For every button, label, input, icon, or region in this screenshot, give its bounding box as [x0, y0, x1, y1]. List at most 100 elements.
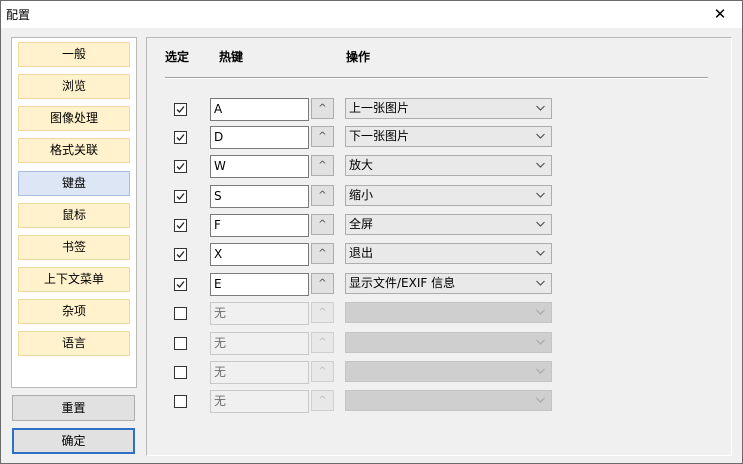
action-select[interactable]: 放大	[345, 155, 552, 176]
action-select-value: 退出	[349, 246, 374, 260]
close-icon[interactable]: ✕	[698, 1, 742, 28]
hotkey-field[interactable]: 无	[210, 302, 309, 325]
chevron-up-icon[interactable]: ^	[311, 332, 334, 353]
ok-button[interactable]: 确定	[12, 428, 135, 454]
chevron-up-icon[interactable]: ^	[311, 155, 334, 176]
select-checkbox[interactable]	[174, 103, 187, 116]
hotkey-row: E ^ 显示文件/EXIF 信息	[147, 273, 731, 297]
check-icon	[176, 193, 185, 200]
hotkey-row: X ^ 退出	[147, 243, 731, 267]
hotkey-row: 无 ^	[147, 390, 731, 414]
action-select[interactable]: 上一张图片	[345, 98, 552, 119]
chevron-up-icon[interactable]: ^	[311, 361, 334, 382]
sidebar-item-context-menu[interactable]: 上下文菜单	[18, 267, 130, 292]
chevron-up-icon[interactable]: ^	[311, 98, 334, 119]
chevron-up-icon[interactable]: ^	[311, 214, 334, 235]
chevron-up-icon[interactable]: ^	[311, 243, 334, 264]
chevron-down-icon	[536, 192, 545, 198]
check-icon	[176, 134, 185, 141]
sidebar-item-mouse[interactable]: 鼠标	[18, 203, 130, 228]
hotkey-field[interactable]: F	[210, 214, 309, 237]
select-checkbox[interactable]	[174, 131, 187, 144]
sidebar-item-formats[interactable]: 格式关联	[18, 138, 130, 163]
action-select[interactable]: 显示文件/EXIF 信息	[345, 273, 552, 294]
chevron-down-icon	[536, 280, 545, 286]
hotkey-field[interactable]: D	[210, 126, 309, 149]
action-select[interactable]: 缩小	[345, 185, 552, 206]
chevron-up-icon[interactable]: ^	[311, 302, 334, 323]
sidebar-item-image[interactable]: 图像处理	[18, 106, 130, 131]
check-icon	[176, 251, 185, 258]
keyboard-settings-panel: 选定 热键 操作 A ^ 上一张图片 D ^ 下一张图片 W ^ 放大 S ^ 缩小 F ^ 全屏 X ^ 退出 E…	[146, 37, 732, 456]
hotkey-field[interactable]: 无	[210, 332, 309, 355]
header-select: 选定	[165, 50, 190, 64]
hotkey-row: F ^ 全屏	[147, 214, 731, 238]
header-hotkey: 热键	[219, 50, 244, 64]
chevron-down-icon	[536, 221, 545, 227]
chevron-up-icon[interactable]: ^	[311, 185, 334, 206]
hotkey-field[interactable]: E	[210, 273, 309, 296]
action-select-value: 上一张图片	[349, 101, 410, 115]
select-checkbox[interactable]	[174, 366, 187, 379]
select-checkbox[interactable]	[174, 219, 187, 232]
sidebar-item-language[interactable]: 语言	[18, 331, 130, 356]
hotkey-field[interactable]: W	[210, 155, 309, 178]
hotkey-row: A ^ 上一张图片	[147, 98, 731, 122]
config-window: 配置 ✕ 一般 浏览 图像处理 格式关联 键盘 鼠标 书签 上下文菜单 杂项 语…	[0, 0, 743, 464]
check-icon	[176, 222, 185, 229]
select-checkbox[interactable]	[174, 337, 187, 350]
chevron-up-icon[interactable]: ^	[311, 390, 334, 411]
action-select[interactable]: 全屏	[345, 214, 552, 235]
header-divider	[165, 77, 708, 79]
select-checkbox[interactable]	[174, 248, 187, 261]
hotkey-row: S ^ 缩小	[147, 185, 731, 209]
chevron-down-icon	[536, 133, 545, 139]
check-icon	[176, 281, 185, 288]
title-bar: 配置 ✕	[1, 1, 742, 28]
hotkey-row: D ^ 下一张图片	[147, 126, 731, 150]
sidebar-item-browse[interactable]: 浏览	[18, 74, 130, 99]
action-select-value: 放大	[349, 158, 374, 172]
action-select[interactable]: 下一张图片	[345, 126, 552, 147]
chevron-down-icon	[536, 397, 545, 403]
hotkey-field[interactable]: A	[210, 98, 309, 121]
sidebar-item-bookmarks[interactable]: 书签	[18, 235, 130, 260]
action-select-value: 缩小	[349, 188, 374, 202]
action-select[interactable]	[345, 332, 552, 353]
chevron-down-icon	[536, 250, 545, 256]
chevron-down-icon	[536, 105, 545, 111]
hotkey-field[interactable]: 无	[210, 390, 309, 413]
check-icon	[176, 106, 185, 113]
hotkey-field[interactable]: X	[210, 243, 309, 266]
action-select[interactable]: 退出	[345, 243, 552, 264]
select-checkbox[interactable]	[174, 395, 187, 408]
category-list: 一般 浏览 图像处理 格式关联 键盘 鼠标 书签 上下文菜单 杂项 语言	[11, 37, 137, 388]
action-select-value: 下一张图片	[349, 129, 410, 143]
select-checkbox[interactable]	[174, 190, 187, 203]
select-checkbox[interactable]	[174, 278, 187, 291]
chevron-up-icon[interactable]: ^	[311, 273, 334, 294]
hotkey-row: W ^ 放大	[147, 155, 731, 179]
action-select[interactable]	[345, 361, 552, 382]
reset-button[interactable]: 重置	[12, 395, 135, 421]
hotkey-field[interactable]: 无	[210, 361, 309, 384]
chevron-down-icon	[536, 368, 545, 374]
select-checkbox[interactable]	[174, 160, 187, 173]
action-select-value: 显示文件/EXIF 信息	[349, 276, 456, 290]
chevron-down-icon	[536, 339, 545, 345]
chevron-down-icon	[536, 309, 545, 315]
sidebar-item-keyboard[interactable]: 键盘	[18, 171, 130, 196]
action-select-value: 全屏	[349, 217, 374, 231]
hotkey-row: 无 ^	[147, 361, 731, 385]
sidebar-item-misc[interactable]: 杂项	[18, 299, 130, 324]
chevron-up-icon[interactable]: ^	[311, 126, 334, 147]
action-select[interactable]	[345, 302, 552, 323]
hotkey-row: 无 ^	[147, 302, 731, 326]
action-select[interactable]	[345, 390, 552, 411]
select-checkbox[interactable]	[174, 307, 187, 320]
check-icon	[176, 163, 185, 170]
window-title: 配置	[6, 8, 31, 22]
hotkey-field[interactable]: S	[210, 185, 309, 208]
sidebar-item-general[interactable]: 一般	[18, 42, 130, 67]
hotkey-row: 无 ^	[147, 332, 731, 356]
